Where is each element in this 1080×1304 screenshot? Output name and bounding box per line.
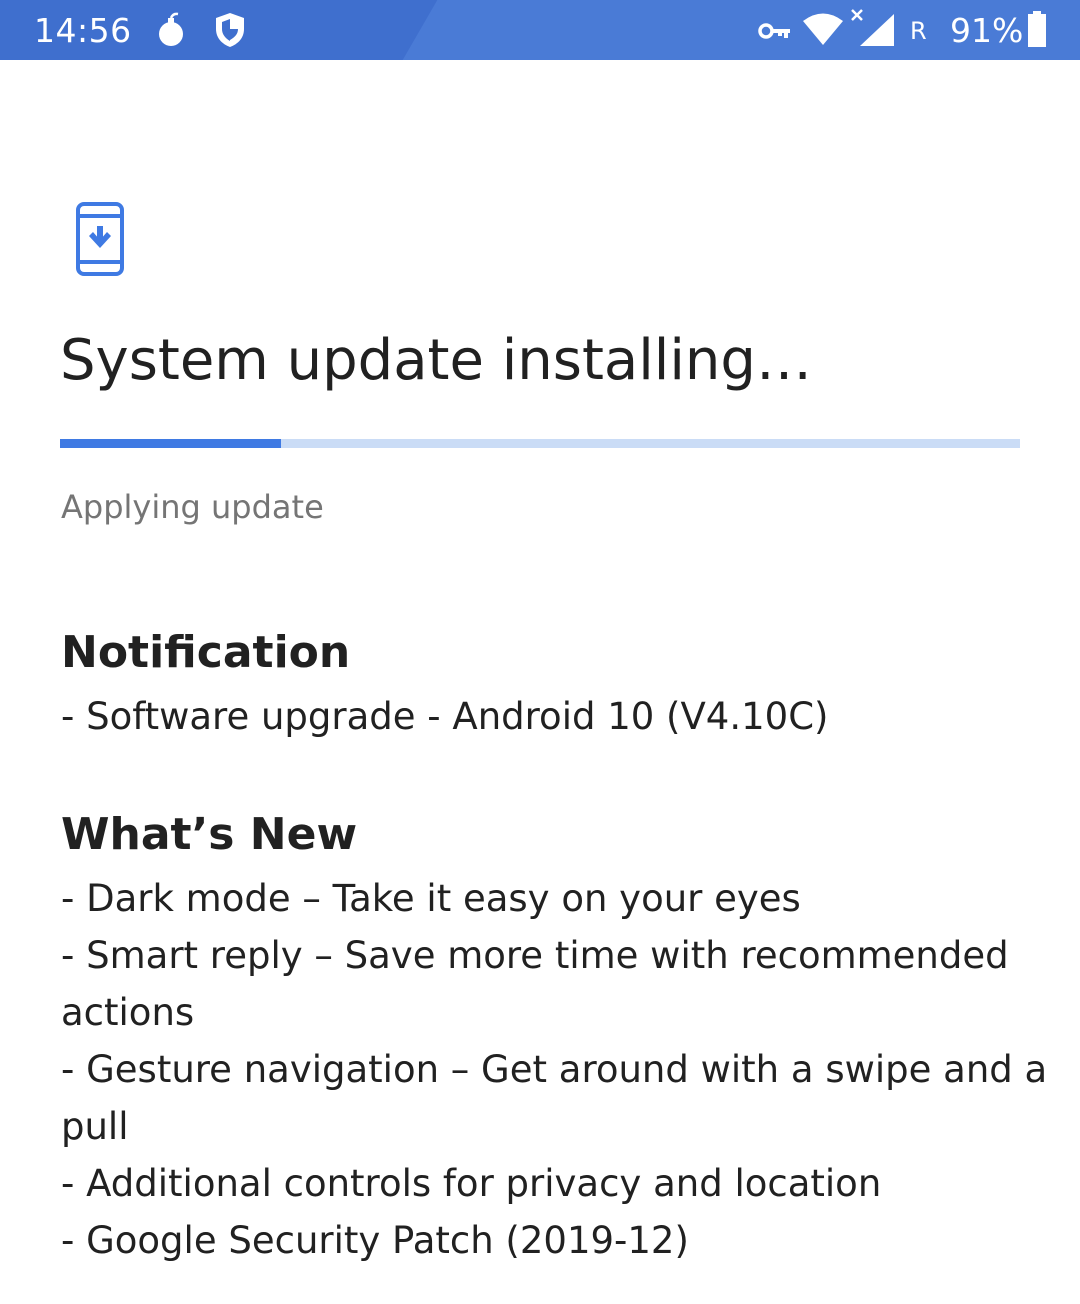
update-progress-bar bbox=[60, 439, 1020, 448]
status-bar: 14:56 R 91% bbox=[0, 0, 1080, 60]
whats-new-line: - Dark mode – Take it easy on your eyes bbox=[61, 877, 801, 920]
update-progress-fill bbox=[60, 439, 281, 448]
page-title: System update installing… bbox=[60, 328, 812, 393]
system-update-phone-icon bbox=[76, 202, 124, 276]
whats-new-line: - Smart reply – Save more time with reco… bbox=[61, 934, 1009, 977]
vpn-key-icon bbox=[758, 23, 790, 39]
notification-heading: Notification bbox=[61, 627, 351, 678]
status-time: 14:56 bbox=[34, 11, 132, 50]
wifi-icon bbox=[803, 13, 843, 45]
notification-line: - Software upgrade - Android 10 (V4.10C) bbox=[61, 695, 829, 738]
battery-percentage: 91% bbox=[950, 11, 1024, 50]
roaming-indicator: R bbox=[910, 17, 927, 45]
whats-new-line: - Additional controls for privacy and lo… bbox=[61, 1162, 882, 1205]
signal-no-data-icon bbox=[851, 9, 894, 46]
whats-new-heading: What’s New bbox=[61, 809, 358, 860]
whats-new-line: pull bbox=[61, 1105, 129, 1148]
whats-new-line: - Google Security Patch (2019-12) bbox=[61, 1219, 689, 1262]
update-status-text: Applying update bbox=[61, 488, 324, 526]
notification-bomb-icon bbox=[159, 12, 183, 46]
whats-new-line: actions bbox=[61, 991, 195, 1034]
battery-icon bbox=[1028, 11, 1046, 47]
whats-new-line: - Gesture navigation – Get around with a… bbox=[61, 1048, 1048, 1091]
shield-icon bbox=[216, 13, 244, 47]
